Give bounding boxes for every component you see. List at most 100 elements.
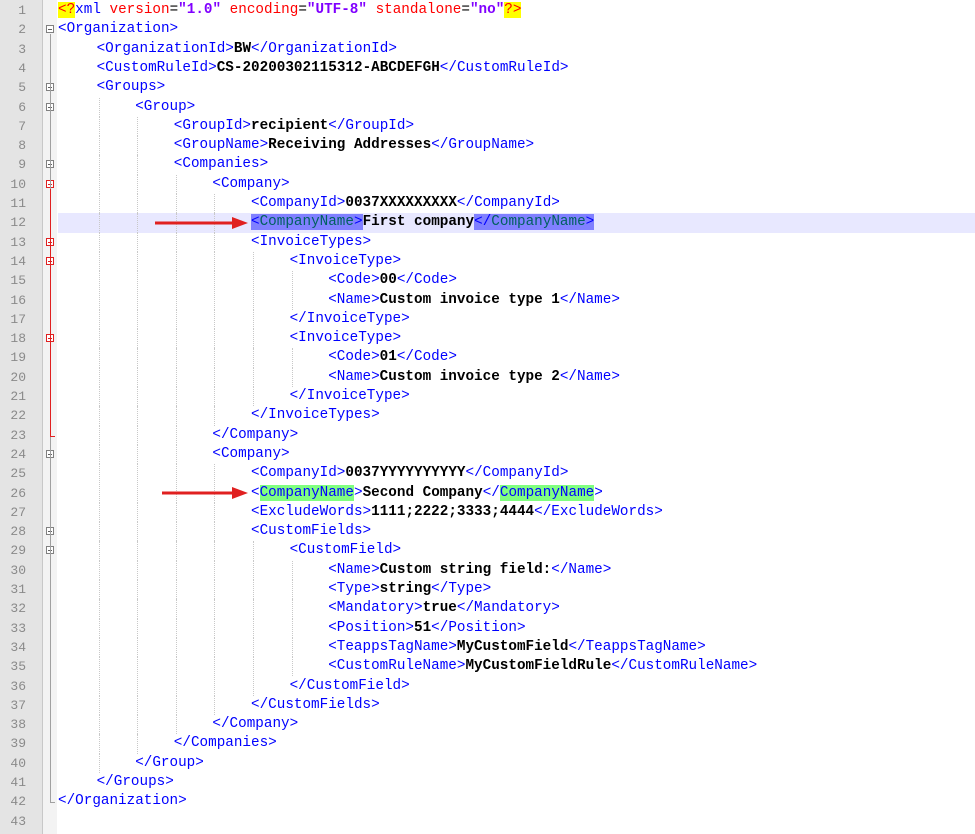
indent-guide [137,637,139,658]
code-line[interactable]: 14 <InvoiceType> [0,252,975,271]
element-text: Custom invoice type 2 [379,368,560,385]
code-line[interactable]: 32 <Mandatory>true</Mandatory> [0,599,975,618]
indent-guide [98,657,100,677]
indent-guide [214,194,216,214]
code-line[interactable]: 12 <CompanyName>First company</CompanyNam… [0,213,975,233]
code-line[interactable]: 41 </Groups> [0,773,975,792]
indent-guide [137,174,139,194]
code-line[interactable]: 5 <Groups> [0,78,975,97]
code-line[interactable]: 23 </Company> [0,426,975,445]
element-text: First company [362,214,475,231]
code-line[interactable]: 8 <GroupName>Receiving Addresses</GroupNa… [0,136,975,155]
indent-guide [175,695,177,716]
code-line[interactable]: 39 </Companies> [0,734,975,753]
xml-tag: < [251,214,260,231]
code-line[interactable]: 27 <ExcludeWords>1111;2222;3333;4444</Exc… [0,503,975,522]
xml-tag: </CustomRuleId> [439,59,569,76]
code-line[interactable]: 36 </CustomField> [0,677,975,696]
xml-tag: </TeappsTagName> [568,638,706,655]
code-line[interactable]: 43 [0,812,975,831]
code-line[interactable]: 24 <Company> [0,445,975,464]
indent-guide [137,116,139,137]
element-text: CS-20200302115312-ABCDEFGH [216,59,440,76]
line-number: 1 [18,3,26,18]
line-number: 32 [10,601,26,617]
code-line[interactable]: 3 <OrganizationId>BW</OrganizationId> [0,40,975,59]
indent-guide [98,194,100,214]
indent-guide [253,387,254,407]
code-line[interactable]: 33 <Position>51</Position> [0,619,975,638]
code-line[interactable]: 34 <TeappsTagName>MyCustomField</TeappsTa… [0,638,975,657]
indent-guide [98,580,100,600]
xml-tag: </Name> [559,368,620,385]
code-line[interactable]: 35 <CustomRuleName>MyCustomFieldRule</Cus… [0,657,975,676]
code-line[interactable]: 4 <CustomRuleId>CS-20200302115312-ABCDEFG… [0,59,975,78]
indent-guide [253,271,254,291]
code-line[interactable]: 25 <CompanyId>0037YYYYYYYYYY</CompanyId> [0,464,975,483]
code-line[interactable]: 26 <CompanyName>Second Company</CompanyNa… [0,484,975,503]
xml-tag: </GroupId> [328,117,415,134]
indent-guide [137,541,139,561]
indent-guide [98,715,100,735]
code-line[interactable]: 28 <CustomFields> [0,522,975,541]
indent-guide [175,348,177,368]
xml-tag: </Companies> [173,735,277,752]
indent-guide [214,695,216,716]
code-line[interactable]: 38 </Company> [0,715,975,734]
indent-guide [253,580,254,600]
xml-tag: <CompanyId> [251,195,346,211]
indent-guide [137,194,139,214]
indent-guide [175,406,177,426]
code-line[interactable]: 42 </Organization> [0,792,975,811]
xml-tag: <Organization> [58,21,179,38]
code-line[interactable]: 15 <Code>00</Code> [0,271,975,290]
indent-guide [98,367,100,387]
code-line[interactable]: 22 </InvoiceTypes> [0,406,975,425]
code-line[interactable]: 37 </CustomFields> [0,696,975,715]
xml-attribute: version [109,2,170,18]
line-content: </Group> [58,754,975,773]
code-line[interactable]: 29 <CustomField> [0,541,975,560]
line-number: 39 [10,736,26,752]
line-number: 3 [18,41,26,57]
indent-guide [214,676,216,696]
code-line[interactable]: 40 </Group> [0,754,975,773]
indent-guide [214,329,216,349]
xml-tag: <Code> [328,349,380,366]
code-line[interactable]: 9 <Companies> [0,155,975,174]
xml-tag: > [353,484,363,501]
line-number: 36 [10,678,26,694]
indent-guide [137,367,139,387]
xml-tag: <Name> [328,561,380,578]
fold-toggle-icon[interactable] [46,25,54,34]
code-line[interactable]: 30 <Name>Custom string field:</Name> [0,561,975,580]
code-line[interactable]: 11 <CompanyId>0037XXXXXXXXX</CompanyId> [0,194,975,213]
code-editor[interactable]: 1 <?xml version="1.0" encoding="UTF-8" st… [0,0,975,834]
xml-tag: CompanyName [259,214,354,231]
indent-guide [175,637,177,658]
indent-guide [175,464,177,484]
line-content: <InvoiceType> [58,252,975,271]
code-line[interactable]: 21 </InvoiceType> [0,387,975,406]
indent-guide [98,251,100,272]
code-line[interactable]: 16 <Name>Custom invoice type 1</Name> [0,291,975,310]
code-line[interactable]: 17 </InvoiceType> [0,310,975,329]
code-line[interactable]: 19 <Code>01</Code> [0,348,975,367]
line-number: 35 [10,659,26,675]
indent-guide [98,348,100,368]
code-line[interactable]: 10 <Company> [0,175,975,194]
indent-guide [291,290,293,310]
code-line[interactable]: 18 <InvoiceType> [0,329,975,348]
code-line[interactable]: 2 <Organization> [0,20,975,39]
code-line[interactable]: 6 <Group> [0,98,975,117]
code-line[interactable]: 31 <Type>string</Type> [0,580,975,599]
indent-guide [175,425,177,445]
code-line[interactable]: 20 <Name>Custom invoice type 2</Name> [0,368,975,387]
xml-tag: </Group> [135,754,204,771]
code-line[interactable]: 13 <InvoiceTypes> [0,233,975,252]
indent-guide [214,271,216,291]
code-line[interactable]: 1 <?xml version="1.0" encoding="UTF-8" st… [0,1,975,20]
code-line[interactable]: 7 <GroupId>recipient</GroupId> [0,117,975,136]
indent-guide [137,580,139,600]
indent-guide [253,599,254,619]
